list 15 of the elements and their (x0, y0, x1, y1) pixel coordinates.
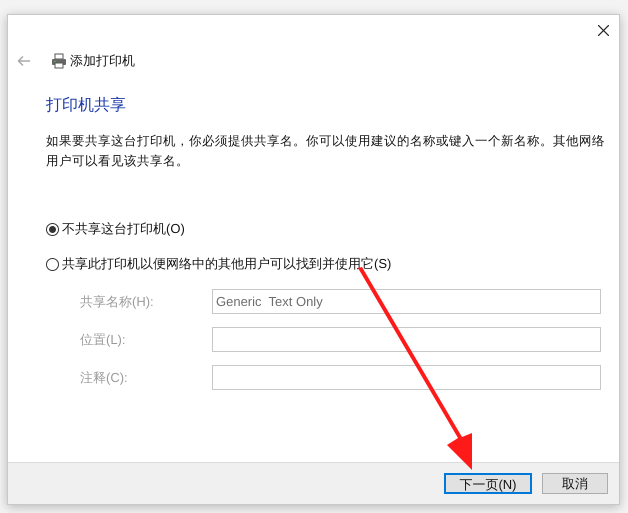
field-label: 注释(C): (80, 368, 129, 387)
field-label: 位置(L): (80, 330, 126, 349)
radio-option[interactable]: 共享此打印机以便网络中的其他用户可以找到并使用它(S) (46, 254, 607, 274)
description-text: 如果要共享这台打印机，你必须提供共享名。你可以使用建议的名称或键入一个新名称。其他网络用户可以看见该共享名。 (46, 133, 606, 170)
next-button[interactable]: 下一页(N) (444, 473, 532, 494)
back-arrow-icon (17, 55, 31, 67)
radio-button[interactable] (46, 258, 59, 270)
close-icon (598, 24, 608, 36)
field-label: 共享名称(H): (80, 292, 155, 311)
window-title: 添加打印机 (70, 52, 135, 70)
radio-button[interactable] (46, 222, 59, 236)
printer-icon (51, 53, 67, 69)
cancel-button[interactable]: 取消 (542, 473, 608, 494)
radio-option[interactable]: 不共享这台打印机(O) (46, 219, 607, 239)
page-heading: 打印机共享 (46, 96, 127, 116)
